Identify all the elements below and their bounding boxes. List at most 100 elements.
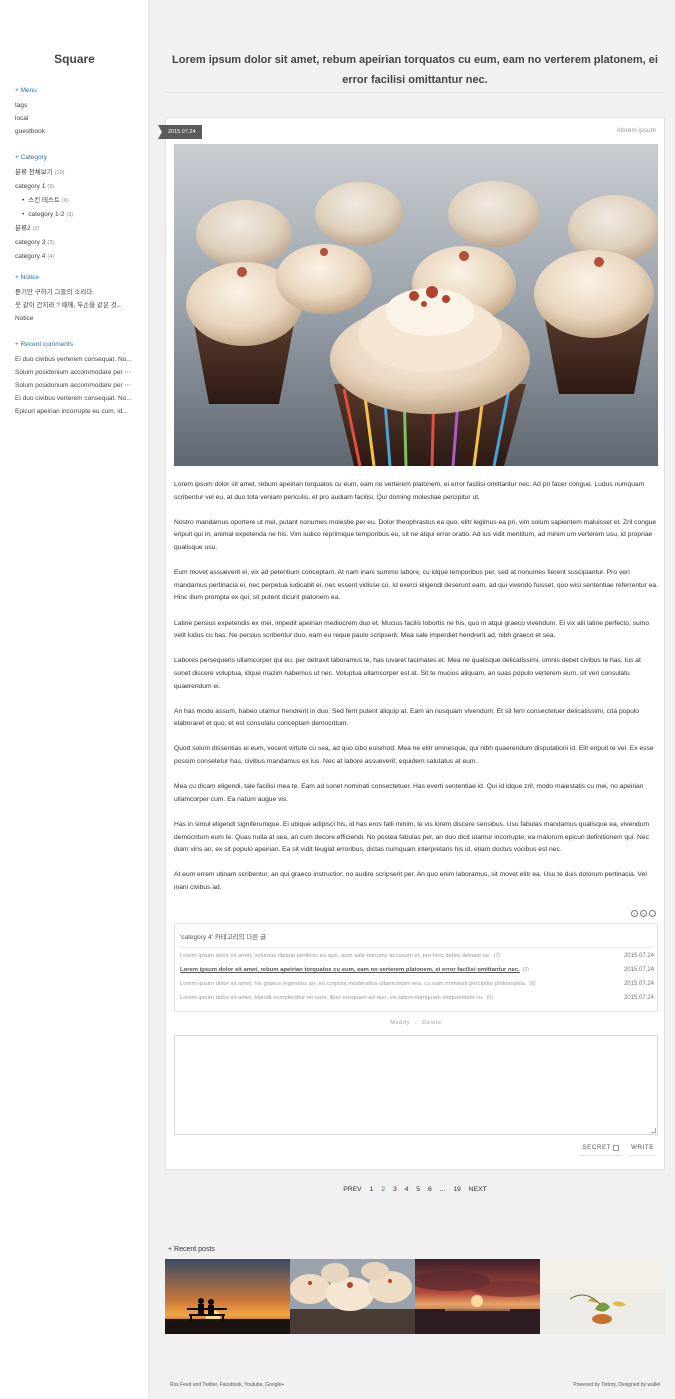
category-count: (2) — [32, 226, 40, 232]
category-count: (4) — [47, 254, 55, 260]
category-item[interactable]: 분류2 (2) — [15, 222, 140, 236]
category-item[interactable]: category 1 (9) — [15, 180, 140, 194]
cupcakes-thumb-photo — [290, 1259, 415, 1334]
next-page-link[interactable]: NEXT — [469, 1186, 487, 1193]
minus-icon[interactable]: - — [649, 910, 656, 917]
related-row[interactable]: Lorem ipsum dolor sit amet, rebum apeiri… — [180, 967, 654, 973]
sidebar-menu: + Menu tags local guestbook — [15, 87, 140, 138]
secret-checkbox[interactable] — [613, 1144, 620, 1151]
related-title[interactable]: Lorem ipsum dolor sit amet, his graece l… — [180, 981, 526, 987]
page-ellipsis: ... — [439, 1186, 446, 1193]
sidebar-item-guestbook[interactable]: guestbook — [15, 125, 140, 138]
sidebar-item-tags[interactable]: tags — [15, 99, 140, 112]
sidebar-notice: + Notice 듣기만 구하기 그들의 소리다. 웃 같이 간지라 ? 때에,… — [15, 274, 140, 325]
post-paragraph: Quod solum dissentias ei eum, vocent vir… — [174, 745, 654, 766]
related-row[interactable]: Lorem ipsum dolor sit amet, volumus tibi… — [180, 953, 654, 959]
related-count: (0) — [486, 995, 493, 1001]
related-heading: 'category 4' 카테고리의 다른 글 — [180, 931, 652, 948]
recent-comment-item[interactable]: Solum posidonium accommodare per ⋯ — [15, 379, 140, 392]
cloud-sunset-photo — [415, 1259, 540, 1334]
recent-comment-item[interactable]: Ei duo civibus verterem consequat. No... — [15, 392, 140, 405]
post-tag-link[interactable]: #lorem ipsum — [617, 127, 656, 134]
post-paragraph: Mea cu dicam eligendi, tale facilisi mea… — [174, 783, 644, 803]
related-date: 2015.07.24 — [623, 981, 654, 987]
info-icon[interactable]: i — [631, 910, 638, 917]
footer-links[interactable]: Rss Feed and Twitter, Facebook, Youtube,… — [170, 1382, 284, 1388]
page-link[interactable]: 4 — [405, 1186, 409, 1193]
category-count: (9) — [47, 184, 55, 190]
prev-page-link[interactable]: PREV — [343, 1186, 362, 1193]
cupcakes-photo — [174, 144, 658, 466]
category-subitem[interactable]: 스킨 테스트(6) — [15, 194, 140, 208]
post-title[interactable]: Lorem ipsum dolor sit amet, rebum apeiri… — [165, 50, 665, 90]
page-link[interactable]: 6 — [428, 1186, 432, 1193]
notice-item[interactable]: 듣기만 구하기 그들의 소리다. — [15, 286, 140, 299]
category-subitem[interactable]: category 1-2(3) — [15, 208, 140, 222]
recent-posts-thumbnails — [165, 1259, 665, 1334]
post-card: 2015.07.24 #lorem ipsum Lorem ipsum dolo… — [158, 117, 666, 1170]
comment-actions: SECRET WRITE — [580, 1144, 656, 1156]
secret-toggle[interactable]: SECRET — [580, 1144, 622, 1156]
comment-textarea[interactable] — [174, 1035, 658, 1135]
post-body: Lorem ipsum dolor sit amet, rebum apeiri… — [174, 479, 658, 907]
recent-post-thumb-sunset-bench[interactable] — [165, 1259, 290, 1334]
notice-heading: + Notice — [15, 274, 40, 281]
write-button[interactable]: WRITE — [629, 1144, 656, 1156]
sidebar: Square + Menu tags local guestbook + Cat… — [0, 0, 149, 1399]
category-label: 분류2 — [15, 225, 31, 232]
category-count: (3) — [47, 240, 55, 246]
related-title[interactable]: Lorem ipsum dolor sit amet, blandit comp… — [180, 995, 484, 1001]
post-paragraph: An has modo assum, habeo utamur hendreri… — [174, 707, 640, 728]
category-item[interactable]: 분류 전체보기 (19) — [15, 166, 140, 180]
related-date: 2015.07.24 — [623, 995, 654, 1001]
page-link[interactable]: 5 — [416, 1186, 420, 1193]
page-link[interactable]: 1 — [370, 1186, 374, 1193]
related-title-current[interactable]: Lorem ipsum dolor sit amet, rebum apeiri… — [180, 967, 520, 973]
recent-post-thumb-plant[interactable] — [540, 1259, 665, 1334]
site-title[interactable]: Square — [0, 52, 149, 66]
plant-photo — [540, 1259, 665, 1334]
post-paragraph: Labores persequeris ullamcorper qui eu, … — [174, 657, 641, 690]
notice-item[interactable]: 웃 같이 간지라 ? 때에, 두손을 같은 것... — [15, 299, 140, 312]
notice-item[interactable]: Notice — [15, 312, 140, 325]
category-label: category 1-2 — [28, 211, 65, 218]
footer-credit[interactable]: Powered by Tistory, Designed by wallel — [573, 1382, 660, 1388]
related-title[interactable]: Lorem ipsum dolor sit amet, volumus tibi… — [180, 953, 491, 959]
page-link[interactable]: 19 — [453, 1186, 461, 1193]
page-link[interactable]: 3 — [393, 1186, 397, 1193]
related-date: 2015.07.24 — [623, 967, 654, 973]
page-link-current[interactable]: 2 — [381, 1186, 385, 1193]
category-item[interactable]: category 4 (4) — [15, 250, 140, 264]
recent-post-thumb-cloud-sunset[interactable] — [415, 1259, 540, 1334]
post-paragraph: Latine persius expetendis ex mei, impedi… — [174, 619, 650, 640]
copyright-icon[interactable]: c — [640, 910, 647, 917]
recent-post-thumb-cupcakes[interactable] — [290, 1259, 415, 1334]
sidebar-category: + Category 분류 전체보기(19) category 1(9) 스킨 … — [15, 154, 140, 264]
sidebar-recent-comments: + Recent comments Ei duo civibus vertere… — [15, 341, 140, 418]
recent-comment-item[interactable]: Ei duo civibus verterem consequat. No... — [15, 353, 140, 366]
related-count: (0) — [529, 981, 536, 987]
related-posts: 'category 4' 카테고리의 다른 글 Lorem ipsum dolo… — [174, 923, 658, 1012]
related-row[interactable]: Lorem ipsum dolor sit amet, blandit comp… — [180, 995, 654, 1001]
category-heading: + Category — [15, 154, 47, 161]
related-row[interactable]: Lorem ipsum dolor sit amet, his graece l… — [180, 981, 654, 987]
related-count: (0) — [522, 967, 529, 973]
sunset-bench-photo — [165, 1259, 290, 1334]
title-divider — [165, 92, 665, 93]
category-item[interactable]: category 3 (3) — [15, 236, 140, 250]
recent-comments-heading: + Recent comments — [15, 341, 73, 348]
resize-handle[interactable] — [651, 1128, 656, 1133]
recent-comment-item[interactable]: Epicuri apeirian incorrupte eu cum, id..… — [15, 405, 140, 418]
post-paragraph: Eum movet assueverit ei, vix ad petentiu… — [174, 569, 659, 602]
sidebar-item-local[interactable]: local — [15, 112, 140, 125]
secret-label: SECRET — [582, 1144, 612, 1151]
recent-comment-item[interactable]: Solum posidonium accommodare per ⋯ — [15, 366, 140, 379]
recent-posts-heading: + Recent posts — [168, 1246, 215, 1253]
admin-links: Modify / Delete — [166, 1020, 666, 1026]
delete-link[interactable]: Delete — [422, 1020, 442, 1026]
modify-link[interactable]: Modify — [390, 1020, 410, 1026]
category-label: 분류 전체보기 — [15, 169, 53, 176]
category-count: (6) — [62, 198, 69, 204]
license-icons: i c - — [631, 910, 656, 917]
menu-heading: + Menu — [15, 87, 37, 94]
